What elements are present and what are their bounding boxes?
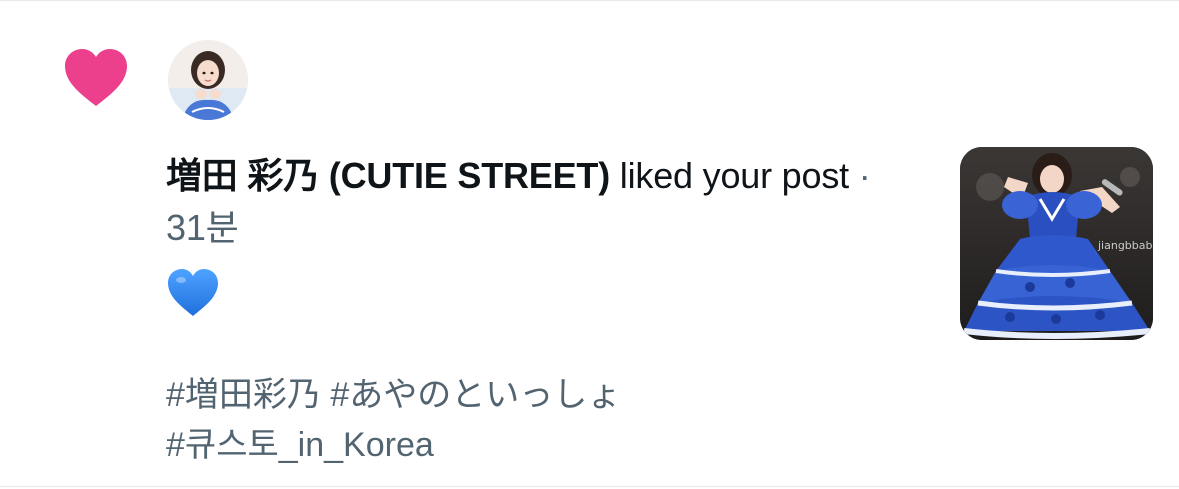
hashtag-line-1[interactable]: #増田彩乃 #あやのといっしょ (166, 370, 886, 420)
avatar-image (168, 40, 248, 120)
hashtag-line-2[interactable]: #큐스토_in_Korea (166, 420, 886, 470)
heart-icon (65, 49, 127, 106)
top-divider (0, 0, 1179, 1)
avatar[interactable] (168, 40, 248, 120)
timestamp[interactable]: 31분 (166, 207, 239, 248)
bottom-divider (0, 486, 1179, 487)
action-text: liked your post (610, 155, 849, 196)
notification-text: 増田 彩乃 (CUTIE STREET) liked your post · 3… (166, 150, 886, 254)
post-hashtags: #増田彩乃 #あやのといっしょ #큐스토_in_Korea (166, 370, 886, 470)
blue-heart-emoji (168, 269, 218, 316)
thumbnail-watermark: jiangbbabb (1098, 239, 1160, 252)
separator: · (848, 155, 871, 196)
actor-name[interactable]: 増田 彩乃 (CUTIE STREET) (166, 155, 610, 196)
